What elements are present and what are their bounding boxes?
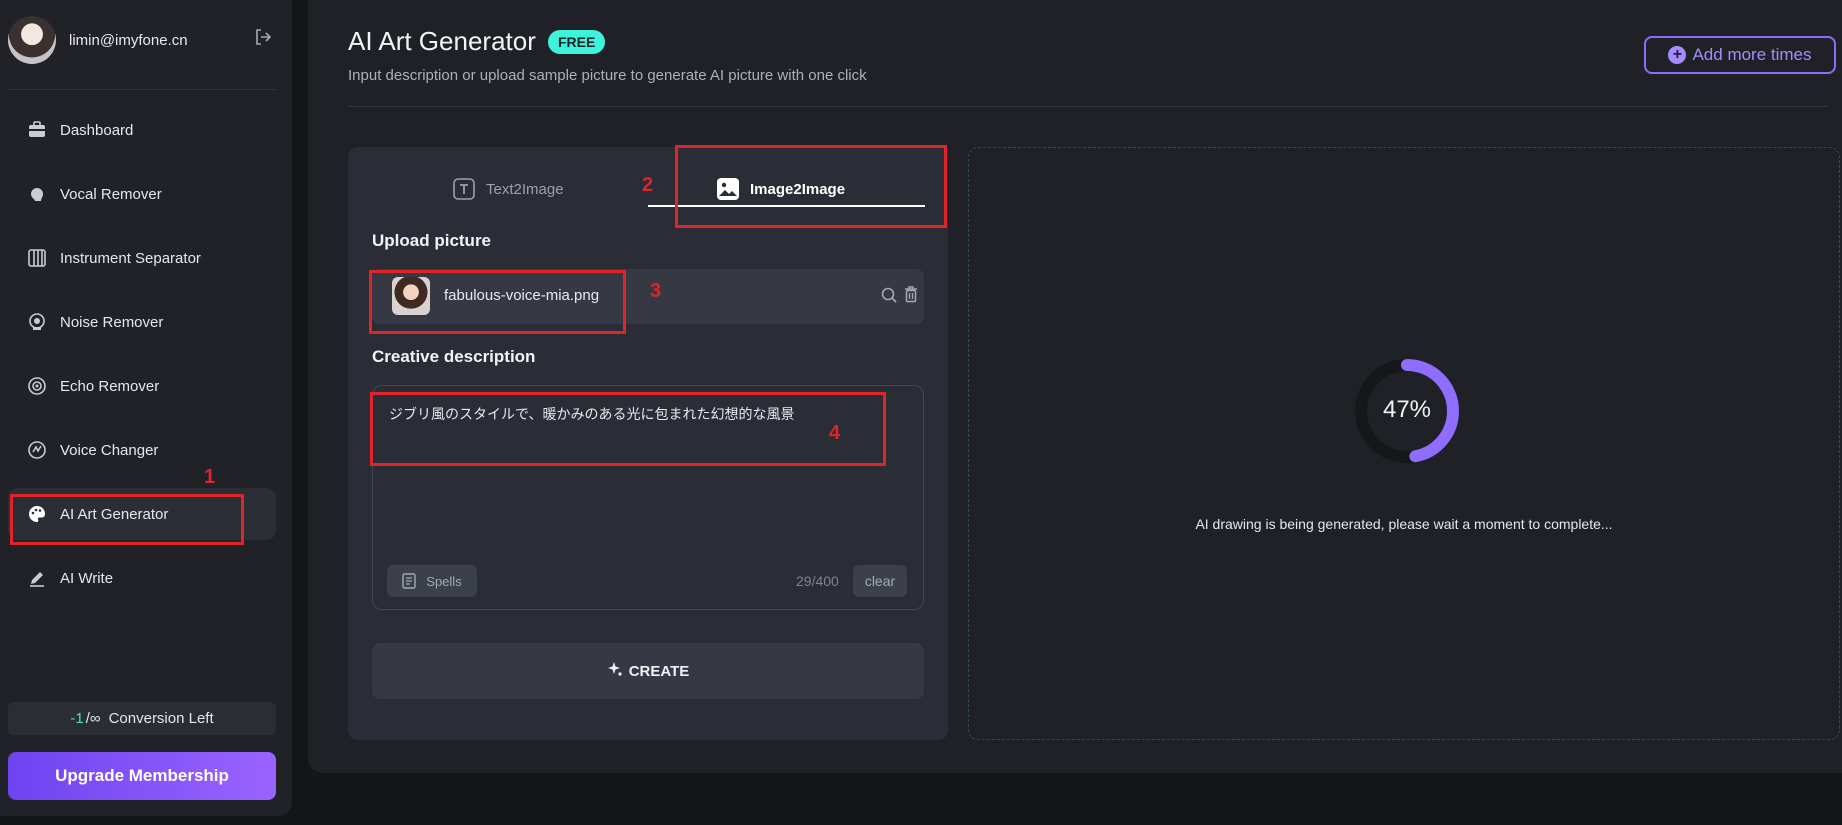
- logout-icon[interactable]: [254, 28, 276, 50]
- text-icon: [452, 177, 476, 201]
- echo-icon: [26, 375, 48, 397]
- progress-percent: 47%: [1382, 396, 1432, 423]
- sidebar-item-label: Voice Changer: [60, 441, 159, 459]
- page-title: AI Art Generator: [348, 26, 536, 56]
- sidebar: limin@imyfone.cn Dashboard Vocal Remover…: [0, 0, 292, 816]
- free-badge: FREE: [548, 30, 606, 54]
- user-email: limin@imyfone.cn: [69, 32, 188, 49]
- character-counter: 29/400: [796, 573, 839, 589]
- instrument-icon: [26, 247, 48, 269]
- conversion-counter: -1 /∞ Conversion Left: [8, 702, 276, 735]
- clear-button[interactable]: clear: [853, 565, 907, 597]
- main-panel: AI Art Generator FREE Input description …: [308, 0, 1842, 773]
- vocal-icon: [26, 183, 48, 205]
- book-icon: [402, 573, 418, 589]
- annotation-number-2: 2: [642, 174, 654, 196]
- annotation-box-4: [370, 392, 886, 466]
- add-more-label: Add more times: [1692, 45, 1812, 64]
- sidebar-item-noise-remover[interactable]: Noise Remover: [8, 296, 276, 348]
- search-icon[interactable]: [880, 286, 900, 306]
- header-divider: [348, 106, 1828, 107]
- sidebar-item-label: Echo Remover: [60, 377, 160, 395]
- avatar[interactable]: [8, 16, 56, 64]
- sidebar-divider: [8, 89, 276, 90]
- tab-text2image[interactable]: Text2Image: [452, 171, 564, 207]
- profile: limin@imyfone.cn: [8, 16, 284, 72]
- conversion-label: Conversion Left: [108, 710, 214, 727]
- sidebar-item-label: AI Write: [60, 569, 114, 587]
- sidebar-item-label: Dashboard: [60, 121, 134, 139]
- sidebar-item-instrument-separator[interactable]: Instrument Separator: [8, 232, 276, 284]
- sidebar-item-ai-write[interactable]: AI Write: [8, 552, 276, 604]
- annotation-number-4: 4: [829, 422, 841, 444]
- sidebar-item-voice-changer[interactable]: Voice Changer: [8, 424, 276, 476]
- dashboard-icon: [26, 119, 48, 141]
- plus-icon: +: [1668, 46, 1687, 64]
- spells-button[interactable]: Spells: [387, 565, 477, 597]
- sidebar-item-label: Instrument Separator: [60, 249, 201, 267]
- annotation-number-1: 1: [204, 466, 216, 488]
- creative-description-label: Creative description: [372, 347, 536, 366]
- annotation-number-3: 3: [650, 280, 662, 302]
- sidebar-item-label: Noise Remover: [60, 313, 164, 331]
- conversion-value: -1: [70, 710, 84, 727]
- sidebar-item-vocal-remover[interactable]: Vocal Remover: [8, 168, 276, 220]
- annotation-box-1: [10, 494, 244, 545]
- annotation-box-3: [369, 270, 626, 334]
- tab-label: Text2Image: [486, 180, 564, 198]
- annotation-box-2: [675, 145, 947, 228]
- sidebar-item-label: Vocal Remover: [60, 185, 162, 203]
- upload-picture-label: Upload picture: [372, 231, 492, 250]
- page-subtitle: Input description or upload sample pictu…: [348, 67, 867, 84]
- voice-icon: [26, 439, 48, 461]
- sparkle-icon: [607, 661, 623, 681]
- conversion-slash: /∞: [85, 710, 101, 727]
- trash-icon[interactable]: [902, 285, 922, 305]
- sidebar-item-dashboard[interactable]: Dashboard: [8, 104, 276, 156]
- noise-icon: [26, 311, 48, 333]
- generation-status-text: AI drawing is being generated, please wa…: [1195, 516, 1613, 532]
- create-button[interactable]: CREATE: [372, 643, 924, 699]
- result-panel: 47% AI drawing is being generated, pleas…: [968, 147, 1840, 740]
- create-label: CREATE: [628, 662, 690, 680]
- upgrade-membership-button[interactable]: Upgrade Membership: [8, 752, 276, 800]
- spells-label: Spells: [426, 573, 462, 589]
- pen-icon: [26, 567, 48, 589]
- sidebar-item-echo-remover[interactable]: Echo Remover: [8, 360, 276, 412]
- add-more-times-button[interactable]: + Add more times: [1644, 36, 1836, 74]
